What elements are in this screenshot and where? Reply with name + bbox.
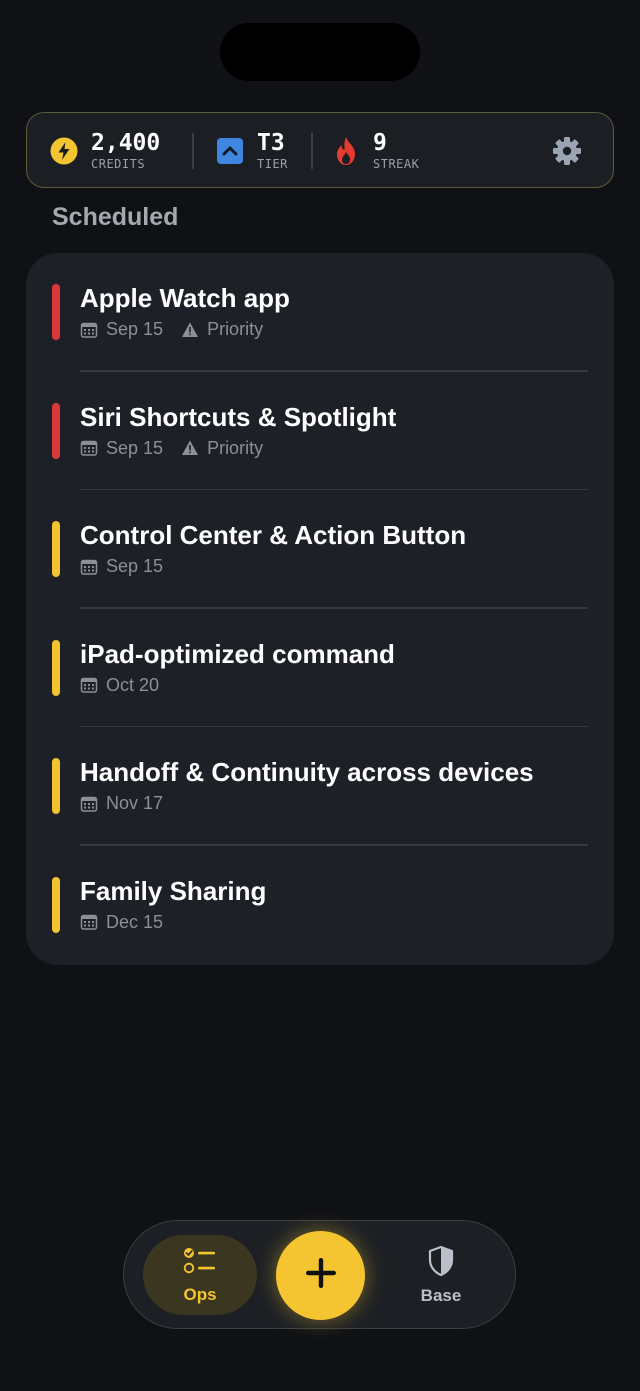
checklist-icon	[183, 1246, 217, 1281]
stats-bar: 2,400 CREDITS T3 TIER 9 STREAK	[26, 112, 614, 188]
tab-base-label: Base	[420, 1285, 462, 1305]
task-title: Apple Watch app	[80, 283, 290, 313]
tab-ops-label: Ops	[183, 1284, 217, 1304]
list-item[interactable]: Family Sharing Dec 15	[26, 846, 614, 965]
task-date: Dec 15	[106, 911, 164, 932]
task-meta: Oct 20	[80, 675, 159, 696]
tier-label: TIER	[257, 157, 288, 171]
task-meta: Dec 15	[80, 912, 163, 933]
task-date: Sep 15	[106, 437, 164, 458]
app-screen: 2,400 CREDITS T3 TIER 9 STREAK Scheduled…	[0, 0, 640, 1391]
warning-icon	[181, 439, 199, 457]
tier-stat[interactable]: T3 TIER	[215, 113, 288, 189]
calendar-icon	[80, 676, 98, 694]
divider	[311, 133, 313, 169]
task-tag: Priority	[207, 319, 264, 339]
flame-icon	[331, 136, 361, 166]
task-meta: Sep 15 Priority	[80, 319, 263, 340]
plus-icon	[304, 1256, 338, 1295]
section-title: Scheduled	[52, 203, 179, 231]
list-item[interactable]: Handoff & Continuity across devices Nov …	[26, 727, 614, 846]
task-title: Family Sharing	[80, 875, 267, 906]
calendar-icon	[80, 321, 98, 339]
calendar-icon	[80, 558, 98, 576]
tab-base[interactable]: Base	[384, 1235, 498, 1315]
list-item[interactable]: Control Center & Action Button Sep 15	[26, 490, 614, 609]
list-item[interactable]: Siri Shortcuts & Spotlight Sep 15 Priori…	[26, 372, 614, 490]
task-title: Siri Shortcuts & Spotlight	[80, 401, 397, 432]
credits-stat[interactable]: 2,400 CREDITS	[49, 113, 160, 189]
calendar-icon	[80, 913, 98, 931]
priority-indicator	[52, 876, 60, 933]
warning-icon	[181, 321, 199, 339]
list-item[interactable]: Apple Watch app Sep 15 Priority	[26, 253, 614, 372]
add-button[interactable]	[276, 1231, 365, 1320]
task-date: Sep 15	[106, 319, 164, 339]
lightning-icon	[49, 136, 79, 166]
priority-indicator	[52, 521, 60, 577]
bottom-nav: Ops Base	[123, 1220, 516, 1329]
task-date: Nov 17	[106, 793, 164, 813]
divider	[192, 133, 194, 169]
task-date: Sep 15	[106, 556, 164, 576]
calendar-icon	[80, 795, 98, 813]
task-list: Apple Watch app Sep 15 Priority Siri Sho…	[26, 253, 614, 965]
priority-indicator	[52, 402, 60, 459]
priority-indicator	[52, 639, 60, 696]
task-title: Control Center & Action Button	[80, 520, 467, 550]
calendar-icon	[80, 439, 98, 457]
task-title: iPad-optimized command	[80, 638, 395, 669]
list-item[interactable]: iPad-optimized command Oct 20	[26, 609, 614, 727]
credits-value: 2,400	[91, 130, 161, 156]
task-date: Oct 20	[106, 674, 160, 695]
priority-indicator	[52, 758, 60, 814]
gear-icon[interactable]	[551, 135, 583, 167]
priority-indicator	[52, 284, 60, 340]
task-meta: Nov 17	[80, 793, 163, 814]
shield-icon	[427, 1245, 455, 1282]
streak-value: 9	[373, 130, 387, 156]
dynamic-island	[220, 23, 420, 81]
task-meta: Sep 15	[80, 556, 163, 577]
streak-label: STREAK	[373, 157, 420, 171]
chevron-up-icon	[215, 136, 245, 166]
tier-value: T3	[257, 130, 285, 156]
streak-stat[interactable]: 9 STREAK	[331, 113, 419, 189]
task-tag: Priority	[207, 437, 264, 458]
credits-label: CREDITS	[91, 157, 146, 171]
tab-ops[interactable]: Ops	[143, 1235, 257, 1315]
task-meta: Sep 15 Priority	[80, 438, 263, 459]
task-title: Handoff & Continuity across devices	[80, 757, 534, 787]
